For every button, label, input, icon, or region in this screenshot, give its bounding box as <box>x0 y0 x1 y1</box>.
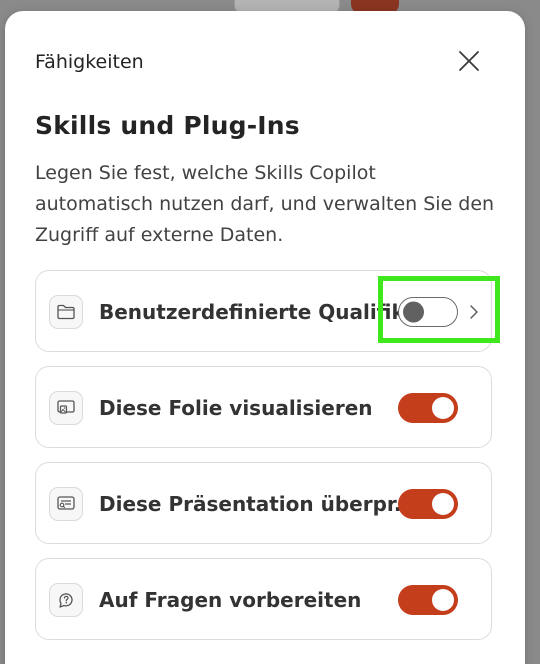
image-slide-icon <box>49 391 83 425</box>
skill-label: Benutzerdefinierte Qualifik... <box>99 300 428 324</box>
chevron-right-icon[interactable] <box>464 300 484 324</box>
skill-card-review-presentation[interactable]: Diese Präsentation überpr... <box>35 462 492 544</box>
toggle-knob <box>432 493 454 515</box>
skill-toggle-visualize-slide[interactable] <box>398 393 458 423</box>
skill-toggle-prepare-questions[interactable] <box>398 585 458 615</box>
skill-toggle-review-presentation[interactable] <box>398 489 458 519</box>
skill-label: Diese Präsentation überpr... <box>99 492 417 516</box>
skill-label: Diese Folie visualisieren <box>99 396 373 420</box>
skill-card-visualize-slide[interactable]: Diese Folie visualisieren <box>35 366 492 448</box>
toggle-knob <box>432 589 454 611</box>
skill-card-prepare-questions[interactable]: Auf Fragen vorbereiten <box>35 558 492 640</box>
toggle-knob <box>403 301 424 323</box>
close-icon <box>459 51 479 71</box>
toggle-knob <box>432 397 454 419</box>
review-list-icon <box>49 487 83 521</box>
capabilities-dialog: Fähigkeiten Skills und Plug-Ins Legen Si… <box>5 11 525 664</box>
skill-card-custom-skills[interactable]: Benutzerdefinierte Qualifik... <box>35 270 492 352</box>
dialog-header: Fähigkeiten <box>35 51 144 73</box>
skill-label: Auf Fragen vorbereiten <box>99 588 362 612</box>
close-button[interactable] <box>455 47 483 75</box>
dialog-description: Legen Sie fest, welche Skills Copilot au… <box>35 162 495 246</box>
question-chat-icon <box>49 583 83 617</box>
folder-icon <box>49 295 83 329</box>
skill-toggle-custom-skills[interactable] <box>398 297 458 327</box>
dialog-title: Skills und Plug-Ins <box>35 111 300 140</box>
